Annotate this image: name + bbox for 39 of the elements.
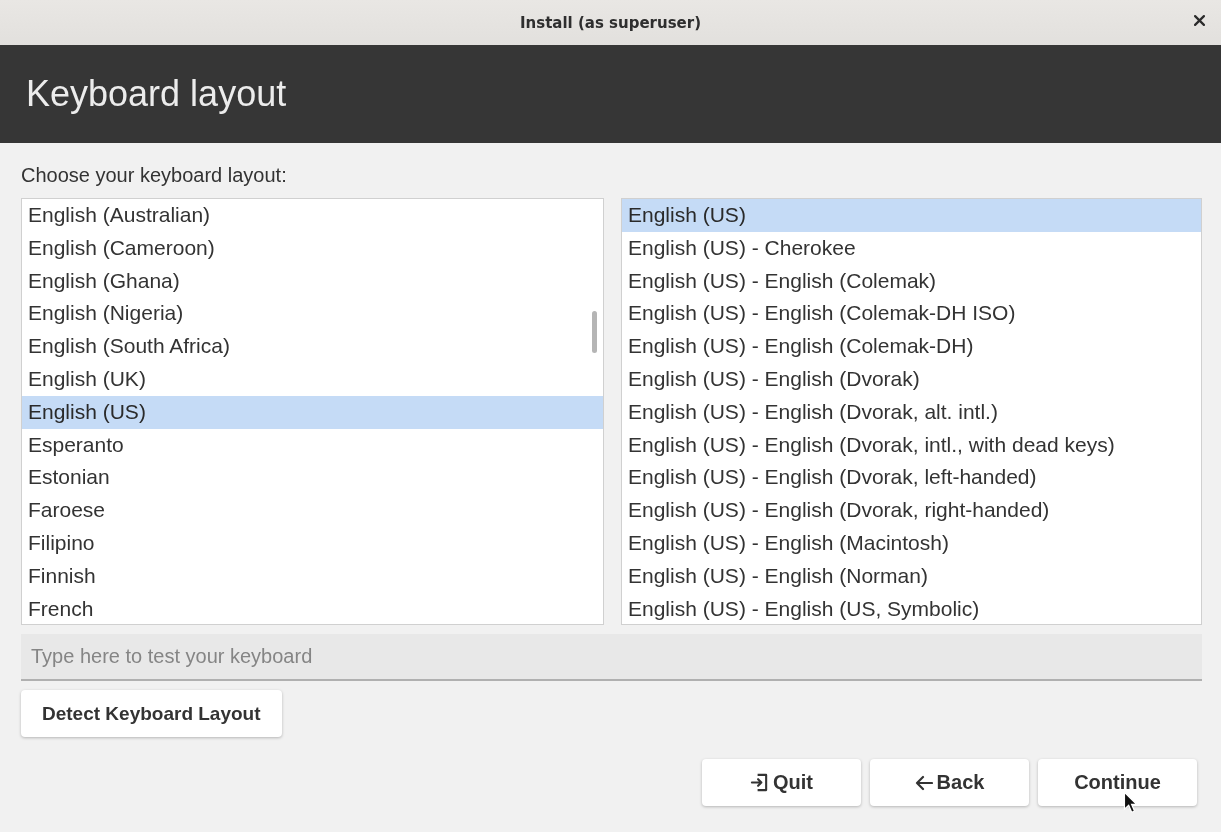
window-title: Install (as superuser) bbox=[519, 13, 702, 32]
mouse-pointer-icon bbox=[1123, 791, 1138, 814]
layout-list-item[interactable]: English (Ghana) bbox=[22, 264, 603, 298]
variant-list-item[interactable]: English (US) - English (Dvorak, left-handed) bbox=[622, 461, 1201, 495]
quit-button[interactable]: Quit bbox=[702, 759, 861, 806]
layout-list-item[interactable]: English (Nigeria) bbox=[22, 297, 603, 331]
test-input-field[interactable]: Type here to test your keyboard bbox=[21, 634, 1202, 681]
back-button[interactable]: Back bbox=[870, 759, 1029, 806]
prompt-label: Choose your keyboard layout: bbox=[21, 163, 288, 187]
layout-list-item[interactable]: English (Australian) bbox=[22, 199, 603, 232]
layout-list-item[interactable]: Filipino bbox=[22, 526, 603, 560]
variant-list-item[interactable]: English (US) - English (Dvorak, intl., with dead keys) bbox=[622, 428, 1201, 462]
scrollbar-thumb[interactable] bbox=[592, 311, 597, 353]
variant-list-item[interactable]: English (US) - English (Colemak-DH) bbox=[622, 330, 1201, 363]
variant-list-item[interactable]: English (US) - English (US, Symbolic) bbox=[622, 592, 1201, 624]
variant-list-item[interactable]: English (US) - English (Colemak) bbox=[622, 264, 1201, 298]
layout-list-item[interactable]: Estonian bbox=[22, 461, 603, 495]
variant-list-item[interactable]: English (US) - English (Macintosh) bbox=[622, 526, 1201, 560]
layout-list-item[interactable]: Faroese bbox=[22, 494, 603, 527]
variant-list-item[interactable]: English (US) - English (Dvorak, right-handed) bbox=[622, 494, 1201, 527]
detect-layout-button[interactable]: Detect Keyboard Layout bbox=[21, 690, 282, 737]
continue-button[interactable]: Continue bbox=[1038, 759, 1197, 806]
layout-list-item[interactable]: English (Cameroon) bbox=[22, 231, 603, 265]
layout-list-item[interactable]: English (South Africa) bbox=[22, 330, 603, 363]
variant-list-item[interactable]: English (US) - Cherokee bbox=[622, 231, 1201, 265]
layout-list-item[interactable]: English (US) bbox=[22, 395, 603, 429]
layout-list-item[interactable]: Finnish bbox=[22, 559, 603, 593]
variant-list-item[interactable]: English (US) - English (Colemak-DH ISO) bbox=[622, 297, 1201, 331]
layout-list-item[interactable]: French bbox=[22, 592, 603, 624]
variant-list-item[interactable]: English (US) - English (Dvorak) bbox=[622, 363, 1201, 396]
page-title: Keyboard layout bbox=[26, 73, 287, 115]
arrow-into-box-icon bbox=[750, 773, 769, 792]
layout-list-item[interactable]: Esperanto bbox=[22, 428, 603, 462]
variant-list-item[interactable]: English (US) - English (Dvorak, alt. intl.) bbox=[622, 395, 1201, 429]
arrow-left-icon bbox=[914, 774, 933, 791]
variant-list-item[interactable]: English (US) - English (Norman) bbox=[622, 559, 1201, 593]
variant-list-item[interactable]: English (US) bbox=[622, 199, 1201, 232]
close-icon[interactable] bbox=[1194, 15, 1205, 26]
layout-list-item[interactable]: English (UK) bbox=[22, 363, 603, 396]
